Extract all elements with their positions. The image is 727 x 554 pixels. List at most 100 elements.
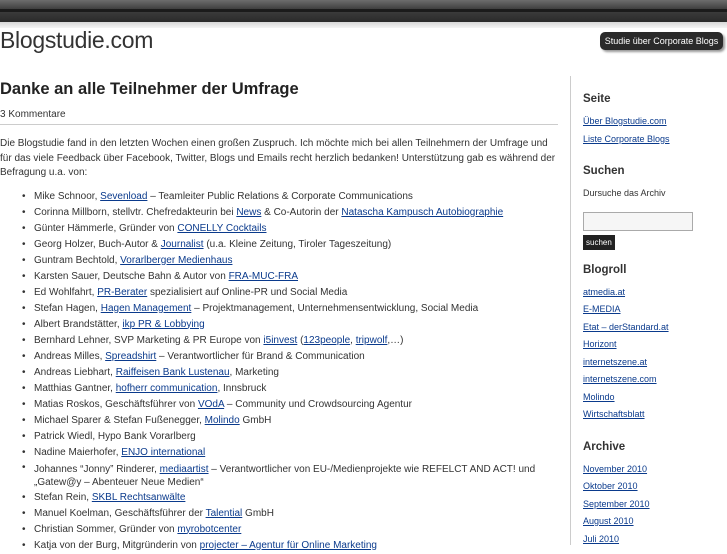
supporter-item: Andreas Liebhart, Raiffeisen Bank Lusten…	[22, 365, 560, 381]
supporter-item: Albert Brandstätter, ikp PR & Lobbying	[22, 317, 560, 333]
supporter-item: Christian Sommer, Gründer von myrobotcen…	[22, 522, 560, 538]
supporter-link[interactable]: tripwolf	[356, 335, 388, 346]
archive-link[interactable]: November 2010	[583, 461, 723, 479]
post-intro: Die Blogstudie fand in den letzten Woche…	[0, 138, 556, 178]
supporter-link[interactable]: Vorarlberger Medienhaus	[120, 255, 232, 266]
archive-link[interactable]: Oktober 2010	[583, 478, 723, 496]
blogroll-link[interactable]: Etat – derStandard.at	[583, 319, 723, 337]
widget-title-blogroll: Blogroll	[583, 263, 627, 276]
supporter-text: Albert Brandstätter,	[34, 318, 123, 330]
top-bar-stripe	[0, 9, 727, 12]
blogroll-link[interactable]: atmedia.at	[583, 284, 723, 302]
supporter-text: GmbH	[239, 414, 272, 426]
supporter-item: Manuel Koelman, Geschäftsführer der Tale…	[22, 506, 560, 522]
widget-archive: Archive November 2010 Oktober 2010 Septemb…	[583, 441, 723, 549]
site-title[interactable]: Blogstudie.com	[0, 27, 153, 54]
archive-link[interactable]: Juli 2010	[583, 531, 723, 549]
search-label: Dursuche das Archiv	[583, 188, 666, 198]
supporter-link[interactable]: Sevenload	[100, 191, 147, 202]
supporter-item: Stefan Hagen, Hagen Management – Projekt…	[22, 301, 560, 317]
supporters-list: Mike Schnoor, Sevenload – Teamleiter Pub…	[0, 189, 560, 554]
supporter-link[interactable]: i5invest	[263, 335, 297, 346]
supporter-link[interactable]: VOdA	[198, 399, 224, 410]
supporter-text: , Innsbruck	[217, 382, 267, 394]
sidebar-divider	[570, 76, 571, 545]
supporter-link[interactable]: Molindo	[205, 415, 240, 426]
supporter-link[interactable]: SKBL Rechtsanwälte	[92, 492, 186, 503]
supporter-link[interactable]: Raiffeisen Bank Lustenau	[116, 367, 230, 378]
supporter-item: Guntram Bechtold, Vorarlberger Medienhau…	[22, 253, 560, 269]
supporter-text: , Marketing	[229, 366, 279, 378]
supporter-link[interactable]: Natascha Kampusch Autobiographie	[341, 207, 503, 218]
supporter-item: Karsten Sauer, Deutsche Bahn & Autor von…	[22, 269, 560, 285]
supporter-text: spezialisiert auf Online-PR und Social M…	[147, 286, 348, 298]
supporter-item: Bernhard Lehner, SVP Marketing & PR Euro…	[22, 333, 560, 349]
blogroll-link[interactable]: Molindo	[583, 389, 723, 407]
supporter-link[interactable]: CONELLY Cocktails	[177, 223, 266, 234]
supporter-item: Ed Wohlfahrt, PR-Berater spezialisiert a…	[22, 285, 560, 301]
supporter-text: – Verantwortlicher für Brand & Communica…	[156, 350, 365, 362]
supporter-text: Bernhard Lehner, SVP Marketing & PR Euro…	[34, 334, 264, 346]
supporter-link[interactable]: News	[236, 207, 261, 218]
supporter-text: Nadine Maierhofer,	[34, 446, 122, 458]
widget-title-seite: Seite	[583, 93, 611, 105]
supporter-text: Corinna Millborn, stellvtr. Chefredakteu…	[34, 206, 237, 218]
supporter-item: Michael Sparer & Stefan Fußenegger, Moli…	[22, 413, 560, 429]
supporter-link[interactable]: PR-Berater	[97, 287, 147, 298]
supporter-link[interactable]: mediaartist	[160, 464, 209, 475]
page-link-about[interactable]: Über Blogstudie.com	[583, 113, 723, 131]
supporter-text: Johannes “Jonny” Rinderer,	[34, 463, 160, 475]
supporter-text: Karsten Sauer, Deutsche Bahn & Autor von	[34, 270, 229, 282]
supporter-item: Stefan Rein, SKBL Rechtsanwälte	[22, 490, 560, 506]
supporter-text: – Projektmanagement, Unternehmensentwick…	[191, 302, 479, 314]
supporter-item: Matias Roskos, Geschäftsführer von VOdA …	[22, 397, 560, 413]
supporter-link[interactable]: ikp PR & Lobbying	[122, 319, 204, 330]
archive-link[interactable]: September 2010	[583, 496, 723, 514]
supporter-text: ,…)	[387, 334, 404, 346]
supporter-link[interactable]: projecter – Agentur für Online Marketing	[200, 540, 377, 551]
supporter-item: Georg Holzer, Buch-Autor & Journalist (u…	[22, 237, 560, 253]
supporter-link[interactable]: Hagen Management	[101, 303, 192, 314]
blogroll-link[interactable]: internetszene.at	[583, 354, 723, 372]
top-bar	[0, 0, 727, 22]
supporter-link[interactable]: Talential	[206, 508, 243, 519]
supporter-text: Michael Sparer & Stefan Fußenegger,	[34, 414, 205, 426]
supporter-item: Günter Hämmerle, Gründer von CONELLY Coc…	[22, 221, 560, 237]
blogroll-link[interactable]: E-MEDIA	[583, 301, 723, 319]
blogroll-link[interactable]: Wirtschaftsblatt	[583, 406, 723, 424]
supporter-item: Corinna Millborn, stellvtr. Chefredakteu…	[22, 205, 560, 221]
comments-link[interactable]: 3 Kommentare	[0, 109, 558, 125]
supporter-text: – Teamleiter Public Relations & Corporat…	[147, 190, 413, 202]
supporter-link[interactable]: myrobotcenter	[177, 524, 241, 535]
archive-link[interactable]: August 2010	[583, 513, 723, 531]
supporter-text: Katja von der Burg, Mitgründerin von	[34, 539, 200, 551]
supporter-item: Johannes “Jonny” Rinderer, mediaartist –…	[22, 461, 560, 490]
supporter-link[interactable]: Journalist	[161, 239, 204, 250]
blogroll-list: atmedia.at E-MEDIA Etat – derStandard.at Ho…	[583, 284, 723, 424]
supporter-text: Ed Wohlfahrt,	[34, 286, 98, 298]
supporter-text: Mike Schnoor,	[34, 190, 101, 202]
supporter-item: Patrick Wiedl, Hypo Bank Vorarlberg	[22, 429, 560, 445]
blogroll-link[interactable]: Horizont	[583, 336, 723, 354]
supporter-link[interactable]: FRA-MUC-FRA	[229, 271, 298, 282]
search-button[interactable]: suchen	[583, 234, 615, 250]
supporter-text: Andreas Milles,	[34, 350, 106, 362]
post-title[interactable]: Danke an alle Teilnehmer der Umfrage	[0, 80, 560, 99]
supporter-link[interactable]: hofherr communication	[116, 383, 218, 394]
supporter-text: Manuel Koelman, Geschäftsführer der	[34, 507, 206, 519]
supporter-item: Katja von der Burg, Mitgründerin von pro…	[22, 538, 560, 554]
supporter-text: & Co-Autorin der	[261, 206, 342, 218]
archive-list: November 2010 Oktober 2010 September 2010 A…	[583, 461, 723, 549]
supporter-text: Georg Holzer, Buch-Autor &	[34, 238, 161, 250]
supporter-link[interactable]: 123people	[303, 335, 350, 346]
page-link-list[interactable]: Liste Corporate Blogs	[583, 131, 723, 149]
widget-title-suchen: Suchen	[583, 165, 625, 177]
supporter-text: Stefan Rein,	[34, 491, 92, 503]
supporter-link[interactable]: Spreadshirt	[105, 351, 156, 362]
supporter-text: Günter Hämmerle, Gründer von	[34, 222, 178, 234]
supporter-link[interactable]: ENJO international	[121, 447, 205, 458]
blogroll-link[interactable]: internetszene.com	[583, 371, 723, 389]
supporter-text: Christian Sommer, Gründer von	[34, 523, 178, 535]
tagline-badge: Studie über Corporate Blogs	[600, 32, 723, 50]
search-input[interactable]	[583, 211, 693, 231]
